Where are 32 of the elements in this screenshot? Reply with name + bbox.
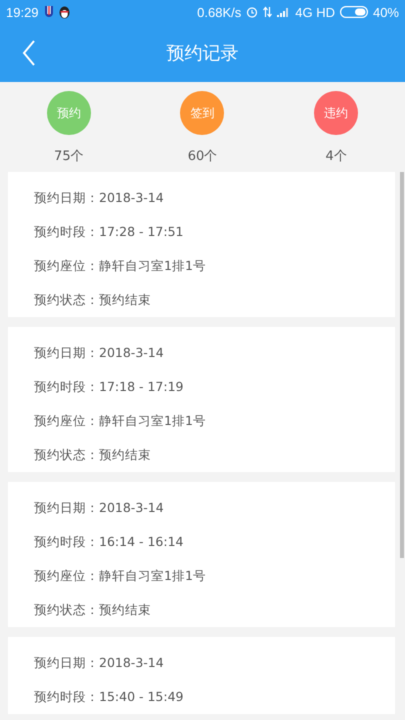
record-field: 预约座位：静轩自习室1排1号 [34,404,395,438]
battery-icon [340,6,368,18]
record-field: 预约座位：静轩自习室1排1号 [34,249,395,283]
record-field: 预约时段：17:18 - 17:19 [34,370,395,404]
record-field: 预约日期：2018-3-14 [34,491,395,525]
data-arrows-icon [263,6,272,18]
stat-count: 4个 [326,148,347,165]
network-type: 4G HD [295,4,335,20]
stat-badge: 预约 [46,91,91,135]
stat-badge: 签到 [180,91,224,135]
record-field: 预约时段：17:28 - 17:51 [34,215,395,249]
app-icon [44,5,54,19]
record-field: 预约座位：静轩自习室1排1号 [34,559,395,593]
network-speed: 0.68K/s [197,4,242,20]
record-field: 预约时段：16:14 - 16:14 [34,525,395,559]
battery-percent: 40% [372,4,399,20]
stat-count: 60个 [188,148,218,165]
record-field: 预约状态：预约结束 [34,283,395,317]
record-field: 预约日期：2018-3-14 [34,181,395,215]
record-field: 预约日期：2018-3-14 [34,336,395,370]
record-field: 预约状态：预约结束 [34,438,395,472]
status-time: 19:29 [6,4,39,20]
page-title: 预约记录 [166,42,238,65]
stat-badge: 违约 [314,91,358,135]
signal-icon [277,7,290,17]
back-button[interactable] [22,40,36,66]
record-field: 预约日期：2018-3-14 [34,646,395,680]
penguin-icon [58,5,70,19]
alarm-clock-icon [246,6,258,18]
stat-count: 75个 [54,148,84,165]
record-field: 预约状态：预约结束 [34,593,395,627]
record-field: 预约时段：15:40 - 15:49 [34,680,395,714]
